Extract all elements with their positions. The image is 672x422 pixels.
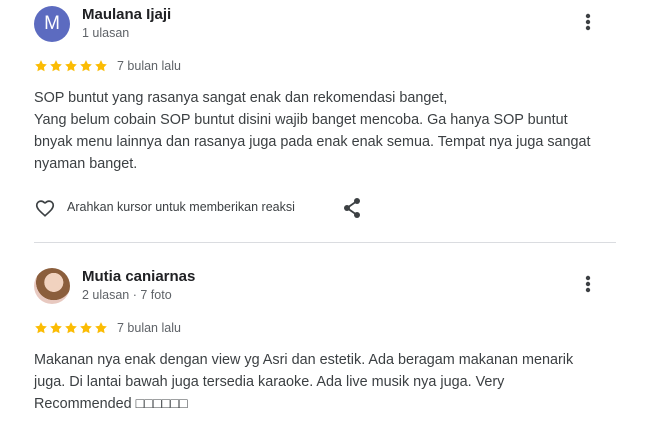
star-icon: [80, 60, 92, 72]
star-icon: [95, 60, 107, 72]
review-header: Mutia caniarnas 2 ulasan · 7 foto: [34, 268, 616, 308]
review-text-line: Makanan nya enak dengan view yg Asri dan…: [34, 352, 574, 412]
avatar[interactable]: M: [34, 6, 70, 42]
star-icon: [80, 322, 92, 334]
avatar[interactable]: [34, 268, 70, 304]
star-icon: [65, 60, 77, 72]
share-icon[interactable]: [342, 197, 362, 219]
star-icon: [65, 322, 77, 334]
star-icon: [50, 60, 62, 72]
review-text-line: Yang belum cobain SOP buntut disini waji…: [34, 112, 591, 172]
more-vert-icon: [585, 275, 591, 293]
review-text: Makanan nya enak dengan view yg Asri dan…: [34, 349, 604, 415]
rating-row: 7 bulan lalu: [34, 57, 616, 75]
reviewer-meta: 1 ulasan: [82, 26, 130, 40]
divider: [34, 242, 616, 243]
reviewer-name[interactable]: Maulana Ijaji: [82, 6, 171, 23]
review-text-line: SOP buntut yang rasanya sangat enak dan …: [34, 90, 448, 106]
rating-row: 7 bulan lalu: [34, 319, 616, 337]
star-icon: [95, 322, 107, 334]
more-options-button[interactable]: [576, 272, 600, 296]
star-rating: [34, 321, 108, 335]
review-text: SOP buntut yang rasanya sangat enak dan …: [34, 87, 604, 175]
more-options-button[interactable]: [576, 10, 600, 34]
star-icon: [35, 60, 47, 72]
star-icon: [50, 322, 62, 334]
review-actions: Arahkan kursor untuk memberikan reaksi: [34, 193, 616, 223]
review-card: Mutia caniarnas 2 ulasan · 7 foto 7 bula…: [34, 268, 616, 415]
review-card: M Maulana Ijaji 1 ulasan 7 bulan lalu SO…: [34, 6, 616, 223]
avatar-letter: M: [44, 13, 60, 34]
review-time: 7 bulan lalu: [117, 59, 181, 73]
reviewer-name[interactable]: Mutia caniarnas: [82, 268, 195, 285]
review-header: M Maulana Ijaji 1 ulasan: [34, 6, 616, 46]
reviewer-meta: 2 ulasan · 7 foto: [82, 288, 172, 302]
star-icon: [35, 322, 47, 334]
heart-outline-icon[interactable]: [34, 197, 56, 219]
review-time: 7 bulan lalu: [117, 321, 181, 335]
reaction-label: Arahkan kursor untuk memberikan reaksi: [67, 200, 295, 214]
more-vert-icon: [585, 13, 591, 31]
star-rating: [34, 59, 108, 73]
